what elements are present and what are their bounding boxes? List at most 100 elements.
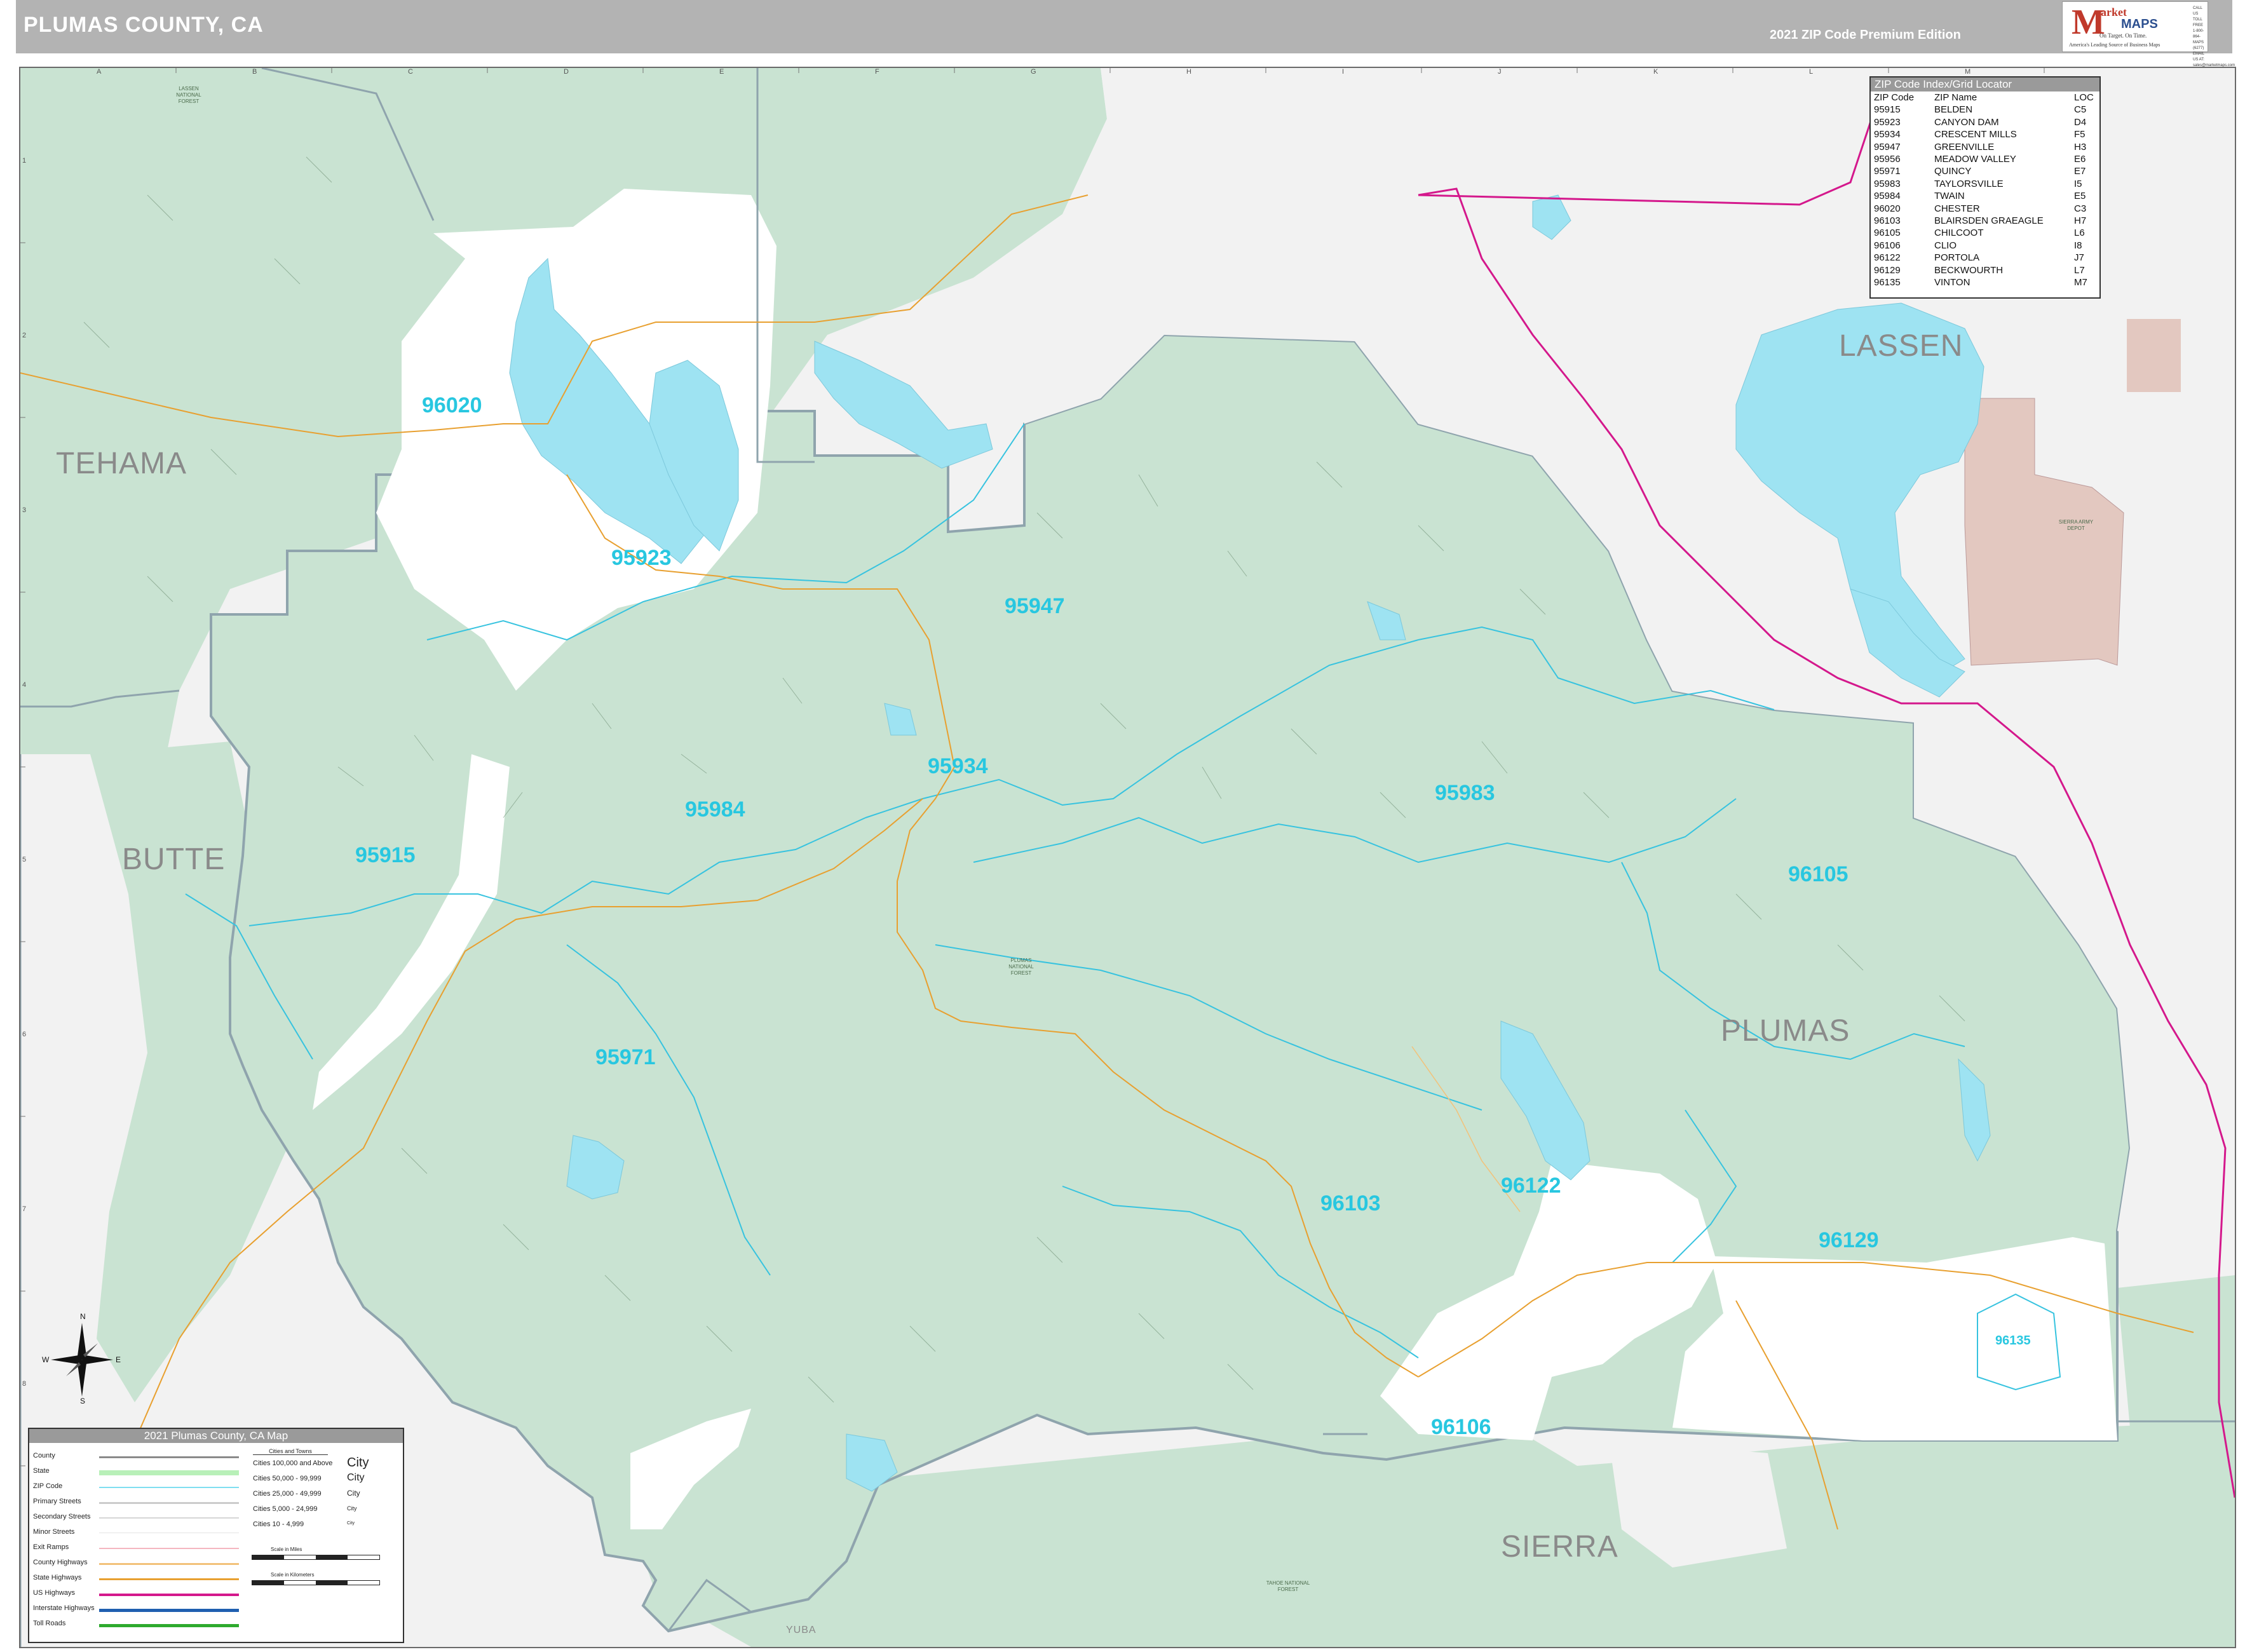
- legend-us-hwy-label: US Highways: [33, 1589, 76, 1597]
- legend-scale-km-bar: [252, 1580, 380, 1585]
- zip-name-cell: CANYON DAM: [1934, 116, 1999, 128]
- legend-county-swatch: [99, 1456, 239, 1458]
- zip-index-row[interactable]: 96105 CHILCOOT L6: [1871, 227, 2099, 239]
- grid-number-3: 3: [22, 506, 27, 514]
- zip-index-row[interactable]: 95984 TWAIN E5: [1871, 190, 2099, 202]
- zip-index-row[interactable]: 96129 BECKWOURTH L7: [1871, 264, 2099, 276]
- zip-label-95923[interactable]: 95923: [611, 546, 672, 571]
- zip-index-row[interactable]: 95956 MEADOW VALLEY E6: [1871, 153, 2099, 165]
- legend-state-label: State: [33, 1467, 50, 1475]
- county-label-lassen: LASSEN: [1839, 329, 1964, 363]
- zip-loc-cell: I5: [2074, 178, 2082, 189]
- zip-loc-cell: E5: [2074, 191, 2086, 202]
- zip-label-95984[interactable]: 95984: [685, 797, 745, 822]
- zip-loc-cell: H7: [2074, 215, 2087, 227]
- zip-name-cell: VINTON: [1934, 277, 1970, 288]
- zip-code-cell: 95984: [1874, 191, 1901, 202]
- zip-code-cell: 96122: [1874, 252, 1901, 264]
- legend-city-sample-5: City: [347, 1521, 355, 1526]
- zip-index-row[interactable]: 96135 VINTON M7: [1871, 276, 2099, 288]
- zip-label-96103[interactable]: 96103: [1320, 1191, 1381, 1216]
- map-frame[interactable]: A B C D E F G H I J K L M 1 2 3 4 5 6 7 …: [19, 67, 2236, 1648]
- zip-code-cell: 96103: [1874, 215, 1901, 227]
- zip-code-cell: 95934: [1874, 129, 1901, 140]
- zip-label-95983[interactable]: 95983: [1435, 781, 1495, 806]
- zip-label-95971[interactable]: 95971: [595, 1045, 656, 1070]
- compass-west-point: [51, 1355, 82, 1364]
- zip-name-cell: BELDEN: [1934, 104, 1973, 116]
- zip-code-cell: 96106: [1874, 240, 1901, 251]
- zip-loc-cell: C3: [2074, 203, 2087, 214]
- legend-interstate-label: Interstate Highways: [33, 1604, 95, 1612]
- zip-label-96106[interactable]: 96106: [1431, 1415, 1491, 1440]
- zip-code-cell: 95956: [1874, 154, 1901, 165]
- zip-loc-cell: E7: [2074, 166, 2086, 177]
- legend-city-tier-3: Cities 25,000 - 49,999: [253, 1490, 322, 1498]
- legend-zip-swatch: [99, 1487, 239, 1488]
- grid-letter-h: H: [1186, 68, 1191, 76]
- grid-letter-d: D: [564, 68, 569, 76]
- zip-index-col-zip: ZIP Code: [1874, 92, 1915, 103]
- legend-cities-heading: Cities and Towns: [253, 1448, 328, 1455]
- zip-label-95934[interactable]: 95934: [928, 754, 988, 779]
- zip-code-cell: 95971: [1874, 166, 1901, 177]
- zip-index-row[interactable]: 95983 TAYLORSVILLE I5: [1871, 178, 2099, 190]
- beckwourth-valley: [1672, 1237, 2117, 1440]
- zip-loc-cell: L6: [2074, 227, 2085, 239]
- logo-tagline-2: America's Leading Source of Business Map…: [2069, 42, 2160, 48]
- legend-title: 2021 Plumas County, CA Map: [29, 1429, 403, 1443]
- compass-w-label: W: [42, 1355, 50, 1364]
- grid-number-7: 7: [22, 1205, 27, 1213]
- zip-loc-cell: C5: [2074, 104, 2087, 116]
- zip-index-row[interactable]: 95934 CRESCENT MILLS F5: [1871, 128, 2099, 140]
- legend-zip-label: ZIP Code: [33, 1482, 63, 1490]
- legend-us-hwy-swatch: [99, 1594, 239, 1596]
- legend-county-label: County: [33, 1452, 55, 1459]
- legend-state-hwy-swatch: [99, 1578, 239, 1580]
- grid-letter-k: K: [1653, 68, 1658, 76]
- zip-index-row[interactable]: 96020 CHESTER C3: [1871, 203, 2099, 215]
- legend-ramps-swatch: [99, 1548, 239, 1549]
- zip-label-96129[interactable]: 96129: [1819, 1228, 1879, 1253]
- grid-letter-m: M: [1965, 68, 1971, 76]
- zip-code-cell: 96105: [1874, 227, 1901, 239]
- zip-code-cell: 95923: [1874, 116, 1901, 128]
- legend-county-hwy-swatch: [99, 1563, 239, 1565]
- forest-label-lassen-north: LASSEN NATIONAL FOREST: [176, 86, 201, 104]
- zip-label-96105[interactable]: 96105: [1788, 862, 1848, 887]
- grid-letter-e: E: [719, 68, 724, 76]
- legend-city-sample-2: City: [347, 1472, 365, 1483]
- forest-label-tahoe: TAHOE NATIONAL FOREST: [1266, 1580, 1310, 1592]
- zip-index-row[interactable]: 95971 QUINCY E7: [1871, 165, 2099, 177]
- zip-code-cell: 96135: [1874, 277, 1901, 288]
- zip-index-row[interactable]: 95915 BELDEN C5: [1871, 104, 2099, 116]
- grid-letter-j: J: [1498, 68, 1502, 76]
- compass-e-label: E: [116, 1355, 121, 1364]
- zip-index-row[interactable]: 95947 GREENVILLE H3: [1871, 141, 2099, 153]
- zip-index-box: ZIP Code Index/Grid Locator ZIP Code ZIP…: [1869, 76, 2101, 299]
- grid-number-6: 6: [22, 1031, 27, 1038]
- zip-label-96020[interactable]: 96020: [422, 393, 482, 418]
- zip-index-row[interactable]: 96103 BLAIRSDEN GRAEAGLE H7: [1871, 215, 2099, 227]
- map-title: PLUMAS COUNTY, CA: [24, 13, 264, 37]
- grid-number-5: 5: [22, 856, 27, 863]
- zip-index-title: ZIP Code Index/Grid Locator: [1871, 78, 2099, 91]
- grid-number-4: 4: [22, 681, 27, 689]
- zip-label-96122[interactable]: 96122: [1501, 1174, 1561, 1198]
- zip-label-95947[interactable]: 95947: [1005, 594, 1065, 619]
- zip-label-95915[interactable]: 95915: [355, 843, 416, 868]
- legend-scale-miles-bar: [252, 1555, 380, 1560]
- zip-index-row[interactable]: 95923 CANYON DAM D4: [1871, 116, 2099, 128]
- zip-name-cell: BECKWOURTH: [1934, 264, 2004, 276]
- legend-ramps-label: Exit Ramps: [33, 1543, 69, 1551]
- zip-loc-cell: F5: [2074, 129, 2086, 140]
- zip-index-row[interactable]: 96122 PORTOLA J7: [1871, 252, 2099, 264]
- legend-primary-swatch: [99, 1502, 239, 1504]
- zip-label-96135[interactable]: 96135: [1995, 1334, 2031, 1348]
- legend-minor-label: Minor Streets: [33, 1528, 75, 1536]
- legend-interstate-swatch: [99, 1609, 239, 1612]
- forest-label-depot: SIERRA ARMY DEPOT: [2058, 519, 2094, 531]
- zip-index-row[interactable]: 96106 CLIO I8: [1871, 240, 2099, 252]
- county-label-sierra: SIERRA: [1501, 1530, 1618, 1564]
- zip-index-col-loc: LOC: [2074, 92, 2094, 103]
